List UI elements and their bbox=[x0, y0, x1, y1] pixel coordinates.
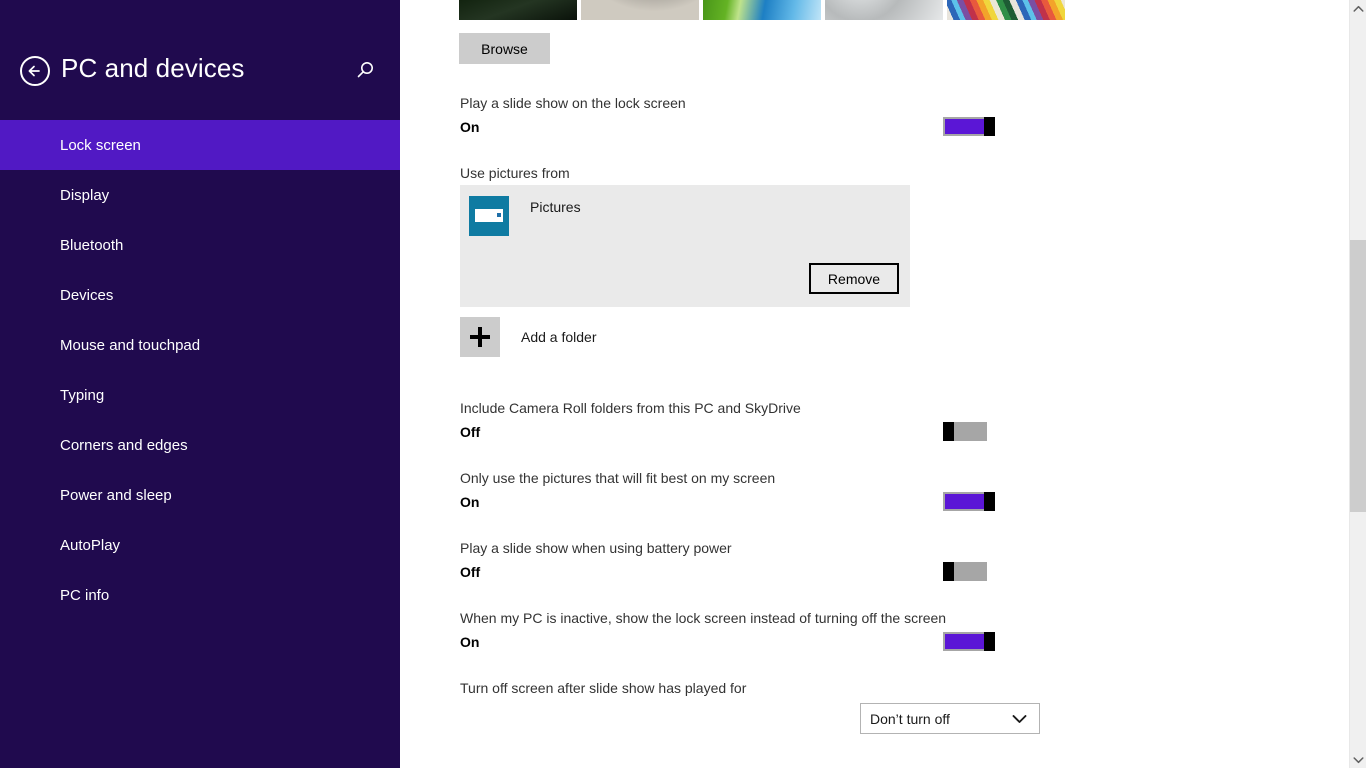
sidebar-item-label: PC info bbox=[60, 586, 110, 604]
setting-label-camera-roll: Include Camera Roll folders from this PC… bbox=[460, 400, 801, 416]
use-pictures-from-label: Use pictures from bbox=[460, 165, 570, 181]
setting-label-inactive-lock-screen: When my PC is inactive, show the lock sc… bbox=[460, 610, 947, 626]
sidebar-item-label: Power and sleep bbox=[60, 486, 172, 504]
setting-label-battery-slideshow: Play a slide show when using battery pow… bbox=[460, 540, 732, 556]
folder-name: Pictures bbox=[530, 199, 581, 215]
thumbnail-pool-grass[interactable] bbox=[703, 0, 821, 20]
setting-state-play-slideshow: On bbox=[460, 119, 480, 135]
picture-folders-panel: Pictures Remove bbox=[460, 185, 910, 307]
sidebar-nav: Lock screen Display Bluetooth Devices Mo… bbox=[0, 120, 400, 620]
back-arrow-icon bbox=[28, 65, 40, 77]
toggle-thumb bbox=[984, 492, 995, 511]
sidebar-item-label: Mouse and touchpad bbox=[60, 336, 201, 354]
scroll-down-button[interactable] bbox=[1350, 751, 1366, 768]
setting-label-play-slideshow: Play a slide show on the lock screen bbox=[460, 95, 686, 111]
setting-state-inactive-lock-screen: On bbox=[460, 634, 480, 650]
sidebar-item-label: AutoPlay bbox=[60, 536, 121, 554]
vertical-scrollbar[interactable] bbox=[1349, 0, 1366, 768]
chevron-up-icon bbox=[1353, 5, 1364, 12]
sidebar-item-label: Typing bbox=[60, 386, 105, 404]
content-pane: Browse Play a slide show on the lock scr… bbox=[400, 0, 1366, 768]
sidebar-item-display[interactable]: Display bbox=[0, 170, 400, 220]
plus-icon bbox=[460, 317, 500, 357]
scrollbar-thumb[interactable] bbox=[1350, 240, 1366, 512]
sidebar-header: PC and devices bbox=[0, 0, 400, 120]
toggle-inactive-lock-screen[interactable] bbox=[943, 632, 995, 651]
remove-folder-button[interactable]: Remove bbox=[809, 263, 899, 294]
sidebar-item-label: Display bbox=[60, 186, 110, 204]
turn-off-screen-select[interactable]: Don’t turn off bbox=[860, 703, 1040, 734]
thumbnail-stone-texture[interactable] bbox=[581, 0, 699, 20]
back-button[interactable] bbox=[20, 56, 50, 86]
sidebar-item-label: Devices bbox=[60, 286, 114, 304]
plus-icon-vertical bbox=[478, 327, 482, 347]
toggle-thumb bbox=[984, 632, 995, 651]
toggle-track bbox=[943, 117, 987, 136]
sidebar-item-mouse-and-touchpad[interactable]: Mouse and touchpad bbox=[0, 320, 400, 370]
toggle-play-slideshow[interactable] bbox=[943, 117, 995, 136]
folder-row-pictures[interactable]: Pictures bbox=[469, 196, 581, 236]
search-button[interactable] bbox=[352, 58, 378, 84]
setting-label-best-fit: Only use the pictures that will fit best… bbox=[460, 470, 776, 486]
search-icon bbox=[357, 62, 373, 78]
toggle-thumb bbox=[984, 117, 995, 136]
sidebar-item-devices[interactable]: Devices bbox=[0, 270, 400, 320]
sidebar-item-power-and-sleep[interactable]: Power and sleep bbox=[0, 470, 400, 520]
chevron-down-icon bbox=[1012, 714, 1027, 723]
add-folder-button[interactable]: Add a folder bbox=[460, 317, 597, 357]
sidebar-item-label: Bluetooth bbox=[60, 236, 124, 254]
lock-screen-settings: Browse Play a slide show on the lock scr… bbox=[400, 0, 1366, 768]
sidebar-item-autoplay[interactable]: AutoPlay bbox=[0, 520, 400, 570]
sidebar-item-pc-info[interactable]: PC info bbox=[0, 570, 400, 620]
setting-state-camera-roll: Off bbox=[460, 424, 481, 440]
toggle-camera-roll[interactable] bbox=[943, 422, 995, 441]
sidebar: PC and devices Lock screen Display Bluet… bbox=[0, 0, 400, 768]
toggle-thumb bbox=[943, 422, 954, 441]
toggle-thumb bbox=[943, 562, 954, 581]
thumbnail-water-droplets[interactable] bbox=[825, 0, 943, 20]
chevron-down-icon bbox=[1353, 756, 1364, 763]
setting-state-best-fit: On bbox=[460, 494, 480, 510]
pc-settings-window: PC and devices Lock screen Display Bluet… bbox=[0, 0, 1366, 768]
select-value: Don’t turn off bbox=[870, 710, 950, 727]
toggle-battery-slideshow[interactable] bbox=[943, 562, 995, 581]
add-folder-label: Add a folder bbox=[521, 329, 597, 345]
sidebar-item-corners-and-edges[interactable]: Corners and edges bbox=[0, 420, 400, 470]
thumbnail-dark-field[interactable] bbox=[459, 0, 577, 20]
browse-button[interactable]: Browse bbox=[459, 33, 550, 64]
sidebar-item-label: Lock screen bbox=[60, 136, 141, 154]
sidebar-item-label: Corners and edges bbox=[60, 436, 188, 454]
toggle-best-fit[interactable] bbox=[943, 492, 995, 511]
turn-off-screen-label: Turn off screen after slide show has pla… bbox=[460, 680, 747, 696]
toggle-track bbox=[943, 632, 987, 651]
folder-icon-dot bbox=[497, 213, 501, 217]
page-title: PC and devices bbox=[61, 53, 245, 83]
pictures-folder-icon bbox=[469, 196, 509, 236]
setting-state-battery-slideshow: Off bbox=[460, 564, 481, 580]
sidebar-item-bluetooth[interactable]: Bluetooth bbox=[0, 220, 400, 270]
sidebar-item-lock-screen[interactable]: Lock screen bbox=[0, 120, 400, 170]
sidebar-item-typing[interactable]: Typing bbox=[0, 370, 400, 420]
thumbnail-color-stripes[interactable] bbox=[947, 0, 1065, 20]
toggle-track bbox=[943, 492, 987, 511]
scroll-up-button[interactable] bbox=[1350, 0, 1366, 17]
lock-screen-image-choices bbox=[459, 0, 1065, 20]
